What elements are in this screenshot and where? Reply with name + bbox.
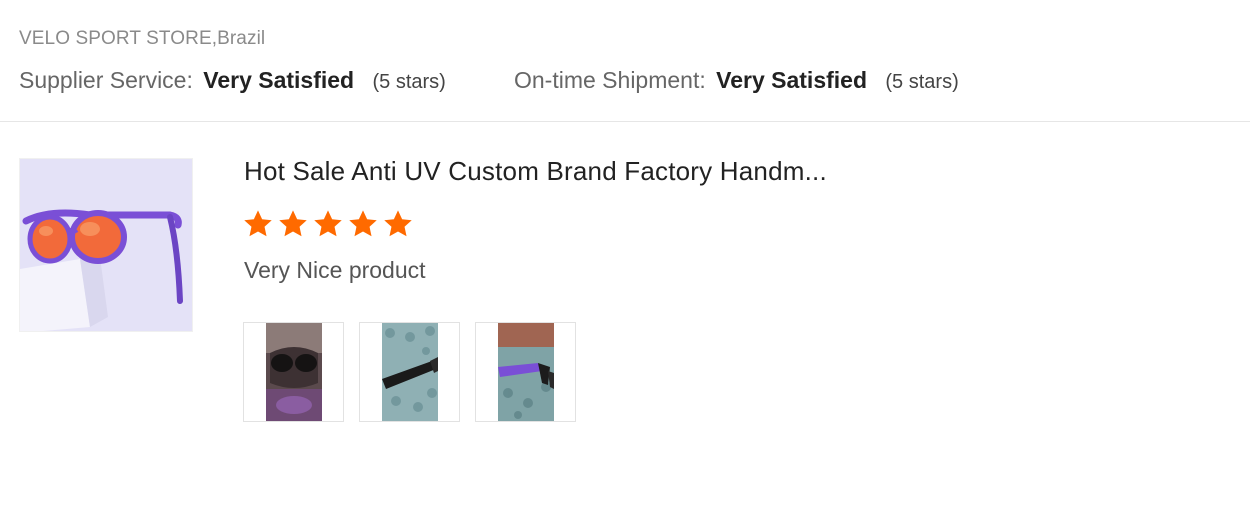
star-icon <box>314 210 342 237</box>
supplier-service-rating: Supplier Service: Very Satisfied (5 star… <box>19 67 446 94</box>
sunglasses-photo-image <box>497 323 554 421</box>
star-icon <box>244 210 272 237</box>
supplier-service-value: Very Satisfied <box>203 67 355 93</box>
star-icon <box>349 210 377 237</box>
on-time-shipment-rating: On-time Shipment: Very Satisfied (5 star… <box>514 67 959 94</box>
review-header: VELO SPORT STORE,Brazil Supplier Service… <box>0 0 1250 122</box>
product-thumbnail[interactable] <box>19 158 193 332</box>
sunglasses-product-image <box>20 159 192 331</box>
sunglasses-photo-image <box>265 323 322 421</box>
store-name-location: VELO SPORT STORE,Brazil <box>19 28 266 49</box>
star-icon <box>279 210 307 237</box>
product-title[interactable]: Hot Sale Anti UV Custom Brand Factory Ha… <box>244 156 827 187</box>
sunglasses-photo-image <box>381 323 438 421</box>
on-time-shipment-value: Very Satisfied <box>716 67 867 93</box>
review-comment: Very Nice product <box>244 257 426 283</box>
review-star-rating <box>242 208 414 240</box>
review-photo-list <box>243 322 576 422</box>
supplier-service-stars: (5 stars) <box>372 71 446 93</box>
review-photo[interactable] <box>359 322 460 422</box>
on-time-shipment-label: On-time Shipment: <box>514 67 706 93</box>
supplier-service-label: Supplier Service: <box>19 67 193 93</box>
on-time-shipment-stars: (5 stars) <box>885 71 959 93</box>
star-icon <box>384 210 412 237</box>
review-photo[interactable] <box>475 322 576 422</box>
review-photo[interactable] <box>243 322 344 422</box>
